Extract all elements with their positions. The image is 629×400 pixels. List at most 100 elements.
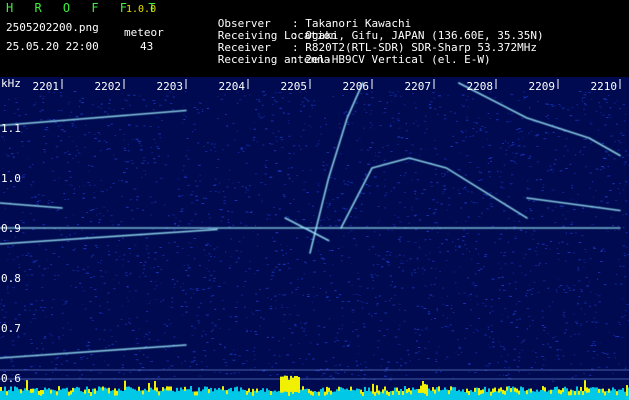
noise-speck — [249, 94, 251, 96]
noise-speck — [121, 364, 124, 366]
noise-speck — [32, 262, 35, 263]
noise-speck — [571, 222, 573, 223]
noise-speck — [609, 107, 612, 109]
activity-peak — [294, 376, 296, 392]
noise-speck — [74, 232, 76, 234]
noise-speck — [480, 179, 483, 181]
noise-speck — [576, 193, 578, 195]
noise-speck — [386, 367, 388, 369]
noise-speck — [290, 344, 292, 346]
noise-speck — [580, 290, 583, 292]
noise-speck — [262, 116, 264, 118]
noise-speck — [290, 249, 292, 250]
noise-speck — [483, 193, 487, 195]
noise-speck — [22, 222, 25, 224]
activity-peak — [568, 391, 570, 396]
noise-speck — [457, 169, 461, 171]
noise-speck — [206, 107, 210, 109]
noise-speck — [91, 320, 94, 321]
noise-speck — [464, 244, 466, 246]
noise-speck — [142, 272, 145, 274]
noise-speck — [232, 123, 235, 125]
noise-speck — [256, 234, 259, 236]
noise-speck — [528, 315, 531, 317]
activity-peak — [40, 390, 42, 396]
noise-speck — [580, 363, 582, 365]
noise-speck — [260, 316, 262, 318]
noise-speck — [375, 152, 377, 154]
noise-speck — [139, 141, 142, 143]
noise-speck — [384, 196, 385, 198]
noise-speck — [310, 238, 312, 240]
noise-speck — [182, 122, 184, 124]
noise-speck — [305, 145, 308, 147]
noise-speck — [406, 216, 409, 217]
noise-speck — [269, 218, 271, 220]
noise-speck — [90, 354, 93, 356]
noise-speck — [547, 133, 550, 135]
noise-speck — [92, 233, 94, 235]
noise-speck — [73, 188, 75, 190]
noise-speck — [556, 248, 558, 250]
activity-bar-column — [262, 388, 264, 400]
noise-speck — [170, 365, 174, 367]
activity-bar-column — [132, 388, 134, 400]
noise-speck — [7, 155, 10, 157]
noise-speck — [51, 361, 53, 363]
activity-peak — [560, 390, 562, 395]
noise-speck — [564, 218, 567, 220]
noise-speck — [312, 301, 314, 303]
activity-bar-column — [242, 389, 244, 400]
noise-speck — [313, 271, 316, 273]
noise-speck — [187, 158, 190, 160]
noise-speck — [571, 106, 574, 108]
noise-speck — [466, 99, 468, 101]
noise-speck — [371, 276, 374, 278]
activity-bar-column — [34, 388, 36, 400]
activity-bar-column — [472, 391, 474, 400]
noise-speck — [183, 114, 185, 116]
activity-peak — [478, 388, 480, 396]
noise-speck — [86, 357, 89, 359]
noise-speck — [296, 259, 299, 260]
noise-speck — [400, 260, 403, 262]
noise-speck — [198, 265, 201, 267]
activity-peak — [72, 387, 74, 392]
noise-speck — [552, 105, 556, 107]
noise-speck — [558, 242, 560, 244]
noise-speck — [464, 220, 468, 222]
noise-speck — [360, 363, 362, 365]
noise-speck — [399, 236, 402, 238]
noise-speck — [280, 244, 282, 245]
noise-speck — [39, 365, 41, 367]
noise-speck — [76, 224, 79, 226]
noise-speck — [131, 139, 134, 141]
noise-speck — [190, 297, 192, 299]
noise-speck — [578, 333, 581, 335]
noise-speck — [334, 372, 337, 374]
noise-speck — [515, 129, 518, 131]
noise-speck — [261, 199, 263, 201]
noise-speck — [520, 131, 523, 132]
noise-speck — [527, 188, 530, 190]
noise-speck — [562, 225, 566, 227]
noise-speck — [494, 97, 497, 99]
noise-speck — [489, 312, 491, 314]
noise-speck — [217, 158, 220, 160]
noise-speck — [309, 342, 313, 344]
noise-speck — [67, 198, 69, 200]
noise-speck — [484, 305, 487, 307]
noise-speck — [530, 367, 533, 369]
noise-speck — [266, 214, 268, 216]
activity-bar-column — [358, 388, 360, 400]
noise-speck — [66, 161, 69, 163]
activity-peak — [114, 388, 116, 396]
noise-speck — [411, 209, 413, 211]
noise-speck — [432, 213, 436, 215]
activity-peak — [94, 388, 96, 394]
noise-speck — [373, 231, 376, 233]
noise-speck — [565, 167, 568, 169]
noise-speck — [294, 324, 297, 326]
noise-speck — [264, 164, 266, 166]
noise-speck — [283, 196, 286, 198]
